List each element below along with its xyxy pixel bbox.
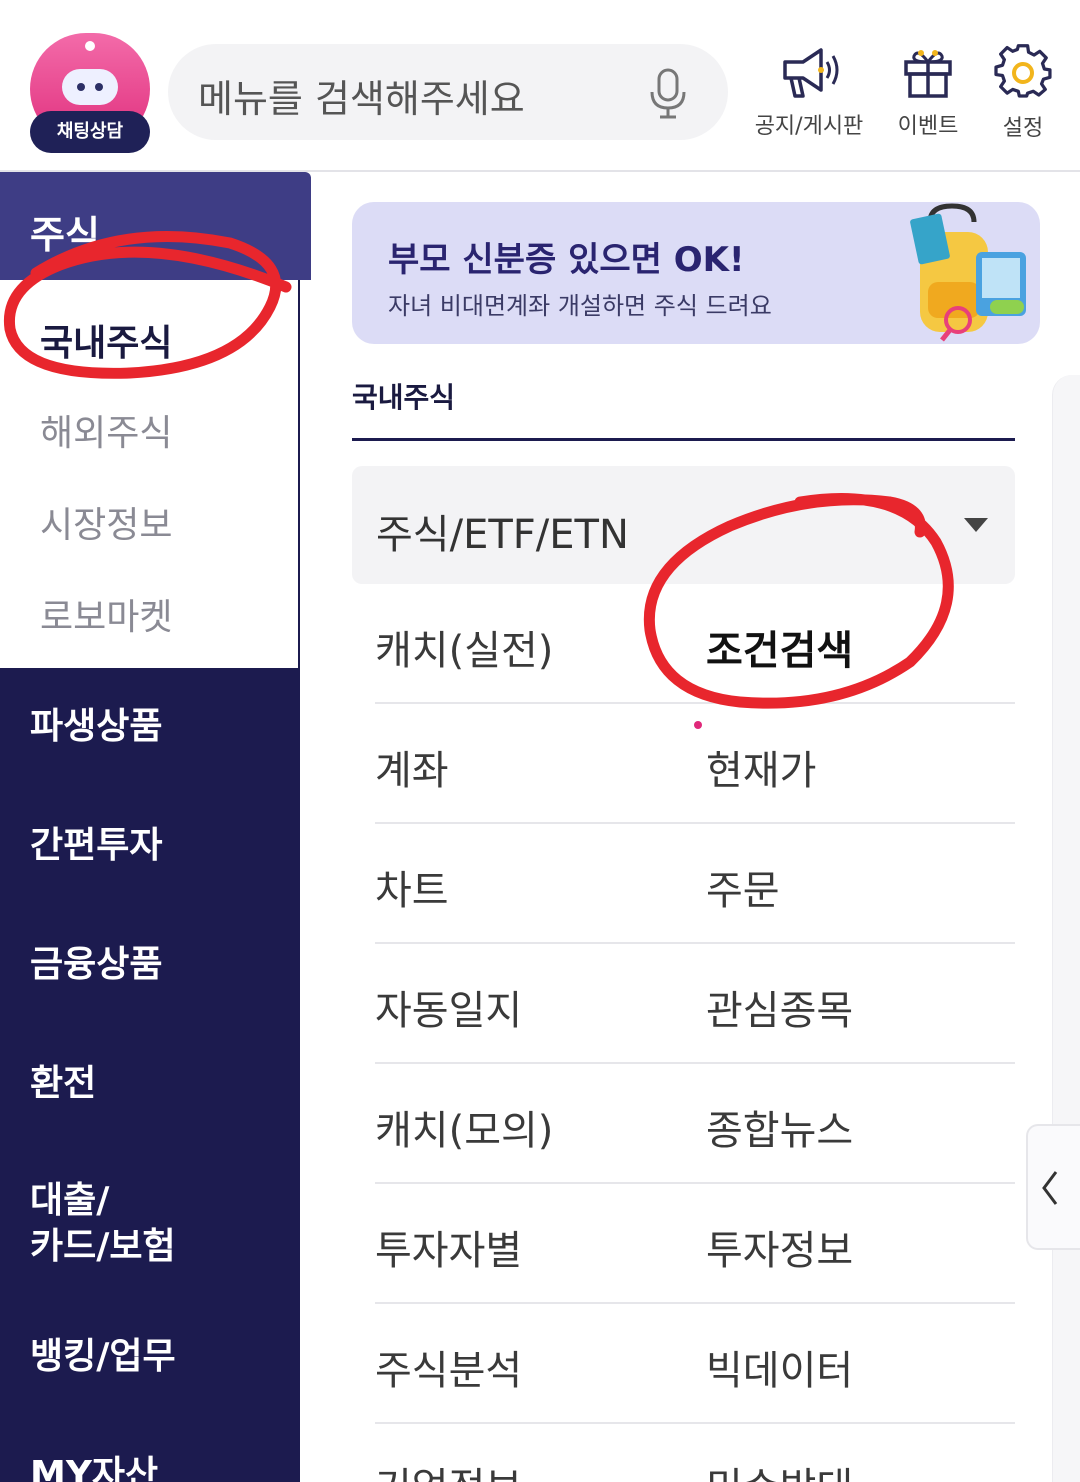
menu-search-bar[interactable]: 메뉴를 검색해주세요 <box>168 44 728 140</box>
menu-catch-live[interactable]: 캐치(실전) <box>375 618 553 676</box>
nav-item-banking[interactable]: 뱅킹/업무 <box>30 1334 176 1380</box>
submenu-market-info[interactable]: 시장정보 <box>40 496 172 548</box>
submenu-overseas-stock[interactable]: 해외주식 <box>40 404 172 456</box>
microphone-icon[interactable] <box>648 68 688 120</box>
nav-item-stock-label: 주식 <box>30 213 100 257</box>
menu-unpaid-prevention[interactable]: 미수방대 <box>706 1455 853 1482</box>
menu-stock-analysis[interactable]: 주식분석 <box>375 1338 522 1396</box>
event-button[interactable]: 이벤트 <box>873 44 983 140</box>
menu-condition-search[interactable]: 조건검색 <box>706 618 853 676</box>
gift-icon <box>904 50 952 98</box>
submenu-robo-market[interactable]: 로보마켓 <box>40 588 172 640</box>
robot-face <box>62 69 118 105</box>
row-divider <box>375 822 1015 824</box>
search-input[interactable]: 메뉴를 검색해주세요 <box>198 68 525 123</box>
drawer-toggle-button[interactable] <box>1026 1124 1080 1250</box>
backpack-illustration <box>910 203 1026 342</box>
menu-chart[interactable]: 차트 <box>375 858 449 916</box>
menu-account[interactable]: 계좌 <box>375 738 449 796</box>
robot-antenna <box>85 41 95 51</box>
nav-item-easy-invest[interactable]: 간편투자 <box>30 823 162 869</box>
new-indicator-dot <box>694 721 702 729</box>
stock-submenu: 국내주식 해외주식 시장정보 로보마켓 <box>0 280 298 668</box>
row-divider <box>375 702 1015 704</box>
section-title: 국내주식 <box>352 381 456 414</box>
menu-investment-info[interactable]: 투자정보 <box>706 1218 853 1276</box>
nav-item-financial-products[interactable]: 금융상품 <box>30 942 162 988</box>
nav-item-loan-card-insurance[interactable]: 대출/ 카드/보험 <box>30 1178 176 1270</box>
market-type-value: 주식/ETF/ETN <box>376 512 629 558</box>
robot-eye-left <box>77 83 85 91</box>
market-type-select[interactable]: 주식/ETF/ETN <box>352 466 1015 584</box>
section-divider <box>352 438 1015 441</box>
menu-auto-journal[interactable]: 자동일지 <box>375 978 522 1036</box>
event-label: 이벤트 <box>897 114 959 139</box>
chatbot-button[interactable]: 채팅상담 <box>30 33 150 153</box>
notice-board-button[interactable]: 공지/게시판 <box>754 44 864 140</box>
row-divider <box>375 1302 1015 1304</box>
banner-subtitle: 자녀 비대면계좌 개설하면 주식 드려요 <box>388 292 772 320</box>
menu-current-price[interactable]: 현재가 <box>706 738 816 796</box>
gear-icon <box>994 44 1052 98</box>
submenu-domestic-stock[interactable]: 국내주식 <box>40 314 172 366</box>
menu-order[interactable]: 주문 <box>706 858 780 916</box>
nav-item-exchange[interactable]: 환전 <box>30 1061 96 1107</box>
banner-title: 부모 신분증 있으면 OK! <box>388 240 745 280</box>
top-header: 채팅상담 메뉴를 검색해주세요 공지/게시판 이벤트 설정 <box>0 0 1080 172</box>
row-divider <box>375 1422 1015 1424</box>
notice-board-label: 공지/게시판 <box>754 114 864 139</box>
menu-general-news[interactable]: 종합뉴스 <box>706 1098 853 1156</box>
settings-button[interactable]: 설정 <box>968 44 1078 142</box>
menu-by-investor[interactable]: 투자자별 <box>375 1218 522 1276</box>
caret-down-icon <box>964 518 988 532</box>
nav-item-derivatives[interactable]: 파생상품 <box>30 704 162 750</box>
settings-label: 설정 <box>1002 116 1044 141</box>
menu-company-info[interactable]: 기업정보 <box>375 1455 522 1482</box>
chatbot-label: 채팅상담 <box>30 111 150 153</box>
promo-banner[interactable]: 부모 신분증 있으면 OK! 자녀 비대면계좌 개설하면 주식 드려요 <box>352 202 1040 344</box>
menu-watchlist[interactable]: 관심종목 <box>706 978 853 1036</box>
robot-eye-right <box>95 83 103 91</box>
row-divider <box>375 1182 1015 1184</box>
nav-item-my-assets[interactable]: MY자산 <box>30 1452 158 1482</box>
row-divider <box>375 1062 1015 1064</box>
right-drawer-strip <box>1052 375 1080 1482</box>
menu-catch-mock[interactable]: 캐치(모의) <box>375 1098 553 1156</box>
nav-item-stock[interactable]: 주식 <box>0 172 311 280</box>
row-divider <box>375 942 1015 944</box>
chevron-left-icon <box>1042 1171 1058 1205</box>
menu-big-data[interactable]: 빅데이터 <box>706 1338 853 1396</box>
megaphone-icon <box>783 48 839 98</box>
